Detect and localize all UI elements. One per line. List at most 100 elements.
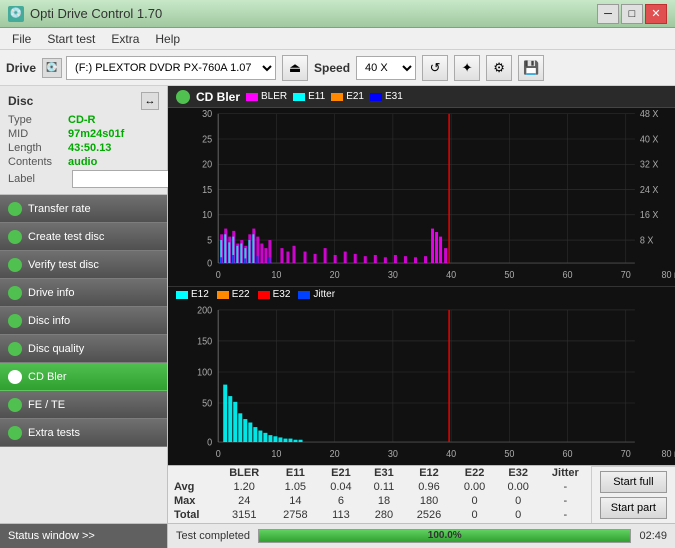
bottom-chart-svg: 200 150 100 50 0 0 10 20 30 40 50 60 70 … xyxy=(168,287,675,465)
nav-item-fe-te[interactable]: FE / TE xyxy=(0,391,167,419)
legend-color-e22 xyxy=(217,291,229,299)
stats-max-e21: 6 xyxy=(319,494,363,508)
stats-wrapper: BLER E11 E21 E31 E12 E22 E32 Jitter Avg xyxy=(168,466,591,523)
stats-total-e21: 113 xyxy=(319,508,363,522)
stats-total-e12: 2526 xyxy=(405,508,453,522)
table-row-avg: Avg 1.20 1.05 0.04 0.11 0.96 0.00 0.00 - xyxy=(168,480,591,494)
nav-icon-fe-te xyxy=(8,398,22,412)
svg-text:20: 20 xyxy=(202,159,213,171)
menu-start-test[interactable]: Start test xyxy=(39,30,103,48)
nav-menu: Transfer rate Create test disc Verify te… xyxy=(0,195,167,523)
stats-header-e21: E21 xyxy=(319,466,363,480)
legend-e11: E11 xyxy=(293,91,325,102)
svg-text:32 X: 32 X xyxy=(640,159,659,171)
svg-text:20: 20 xyxy=(330,269,341,281)
chart-icon xyxy=(176,90,190,104)
save-button[interactable]: 💾 xyxy=(518,55,544,81)
stats-header-e32: E32 xyxy=(496,466,540,480)
svg-text:10: 10 xyxy=(271,448,282,460)
legend-label-jitter: Jitter xyxy=(313,289,335,300)
legend-color-e32 xyxy=(258,291,270,299)
legend-color-e12 xyxy=(176,291,188,299)
nav-icon-extra-tests xyxy=(8,426,22,440)
speed-dropdown[interactable]: Max4 X8 X16 X24 X32 X40 X48 X xyxy=(356,56,416,80)
chart-top: 30 25 20 15 10 5 0 48 X 40 X 32 X 24 X 1… xyxy=(168,108,675,287)
status-text: Test completed xyxy=(176,530,250,542)
nav-item-disc-quality[interactable]: Disc quality xyxy=(0,335,167,363)
svg-text:0: 0 xyxy=(207,437,213,449)
eject-button[interactable]: ⏏ xyxy=(282,55,308,81)
nav-label-extra-tests: Extra tests xyxy=(28,427,80,439)
legend-e21: E21 xyxy=(331,91,364,102)
svg-text:80 min: 80 min xyxy=(661,269,675,281)
top-chart-svg: 30 25 20 15 10 5 0 48 X 40 X 32 X 24 X 1… xyxy=(168,108,675,286)
left-panel: Disc ↔ Type CD-R MID 97m24s01f Length 43… xyxy=(0,86,168,523)
stats-max-e31: 18 xyxy=(363,494,406,508)
menu-file[interactable]: File xyxy=(4,30,39,48)
svg-text:40: 40 xyxy=(446,269,457,281)
maximize-button[interactable]: □ xyxy=(621,4,643,24)
menu-extra[interactable]: Extra xyxy=(103,30,147,48)
stats-avg-bler: 1.20 xyxy=(217,480,272,494)
status-window-button[interactable]: Status window >> xyxy=(0,524,168,548)
svg-text:15: 15 xyxy=(202,184,212,196)
svg-text:40 X: 40 X xyxy=(640,134,659,146)
stats-row-label-avg: Avg xyxy=(168,480,217,494)
svg-text:0: 0 xyxy=(216,269,222,281)
nav-item-verify-test-disc[interactable]: Verify test disc xyxy=(0,251,167,279)
svg-text:50: 50 xyxy=(504,448,515,460)
stats-header-e12: E12 xyxy=(405,466,453,480)
svg-text:50: 50 xyxy=(202,398,213,410)
nav-icon-cd-bler xyxy=(8,370,22,384)
nav-item-drive-info[interactable]: Drive info xyxy=(0,279,167,307)
nav-item-create-test-disc[interactable]: Create test disc xyxy=(0,223,167,251)
svg-text:30: 30 xyxy=(388,448,399,460)
stats-total-e22: 0 xyxy=(453,508,497,522)
nav-label-verify-test-disc: Verify test disc xyxy=(28,259,99,271)
status-bar: Status window >> Test completed 100.0% 0… xyxy=(0,523,675,547)
chart-title-bar: CD Bler BLER E11 E21 E31 xyxy=(168,86,675,108)
stats-header-e11: E11 xyxy=(272,466,320,480)
minimize-button[interactable]: ─ xyxy=(597,4,619,24)
start-full-button[interactable]: Start full xyxy=(600,471,667,493)
nav-icon-disc-quality xyxy=(8,342,22,356)
time-label: 02:49 xyxy=(639,530,667,542)
legend-e32: E32 xyxy=(258,289,291,300)
app-title: Opti Drive Control 1.70 xyxy=(30,6,162,21)
refresh-button[interactable]: ↺ xyxy=(422,55,448,81)
stats-avg-e22: 0.00 xyxy=(453,480,497,494)
stats-total-e32: 0 xyxy=(496,508,540,522)
stats-header-jitter: Jitter xyxy=(540,466,591,480)
disc-refresh-button[interactable]: ↔ xyxy=(141,92,159,110)
legend-label-e21: E21 xyxy=(346,91,364,102)
close-button[interactable]: ✕ xyxy=(645,4,667,24)
svg-text:25: 25 xyxy=(202,134,212,146)
svg-text:100: 100 xyxy=(197,367,213,379)
nav-item-transfer-rate[interactable]: Transfer rate xyxy=(0,195,167,223)
stats-max-jitter: - xyxy=(540,494,591,508)
nav-item-disc-info[interactable]: Disc info xyxy=(0,307,167,335)
settings-button[interactable]: ⚙ xyxy=(486,55,512,81)
nav-item-extra-tests[interactable]: Extra tests xyxy=(0,419,167,447)
nav-item-cd-bler[interactable]: CD Bler xyxy=(0,363,167,391)
disc-title: Disc xyxy=(8,94,33,108)
toolbar: Drive 💽 (F:) PLEXTOR DVDR PX-760A 1.07 ⏏… xyxy=(0,50,675,86)
stats-header-e31: E31 xyxy=(363,466,406,480)
legend-label-e22: E22 xyxy=(232,289,250,300)
nav-label-disc-quality: Disc quality xyxy=(28,343,84,355)
legend-label-e12: E12 xyxy=(191,289,209,300)
svg-text:24 X: 24 X xyxy=(640,184,659,196)
stats-header-e22: E22 xyxy=(453,466,497,480)
stats-row-label-total: Total xyxy=(168,508,217,522)
start-part-button[interactable]: Start part xyxy=(600,497,667,519)
svg-text:200: 200 xyxy=(197,305,213,317)
drive-dropdown[interactable]: (F:) PLEXTOR DVDR PX-760A 1.07 xyxy=(66,56,276,80)
menu-help[interactable]: Help xyxy=(147,30,188,48)
svg-text:60: 60 xyxy=(563,269,574,281)
legend-e12: E12 xyxy=(176,289,209,300)
clear-button[interactable]: ✦ xyxy=(454,55,480,81)
chart-bottom: E12 E22 E32 Jitter xyxy=(168,287,675,465)
legend-color-bler xyxy=(246,93,258,101)
drive-icon: 💽 xyxy=(42,58,62,78)
nav-icon-verify xyxy=(8,258,22,272)
